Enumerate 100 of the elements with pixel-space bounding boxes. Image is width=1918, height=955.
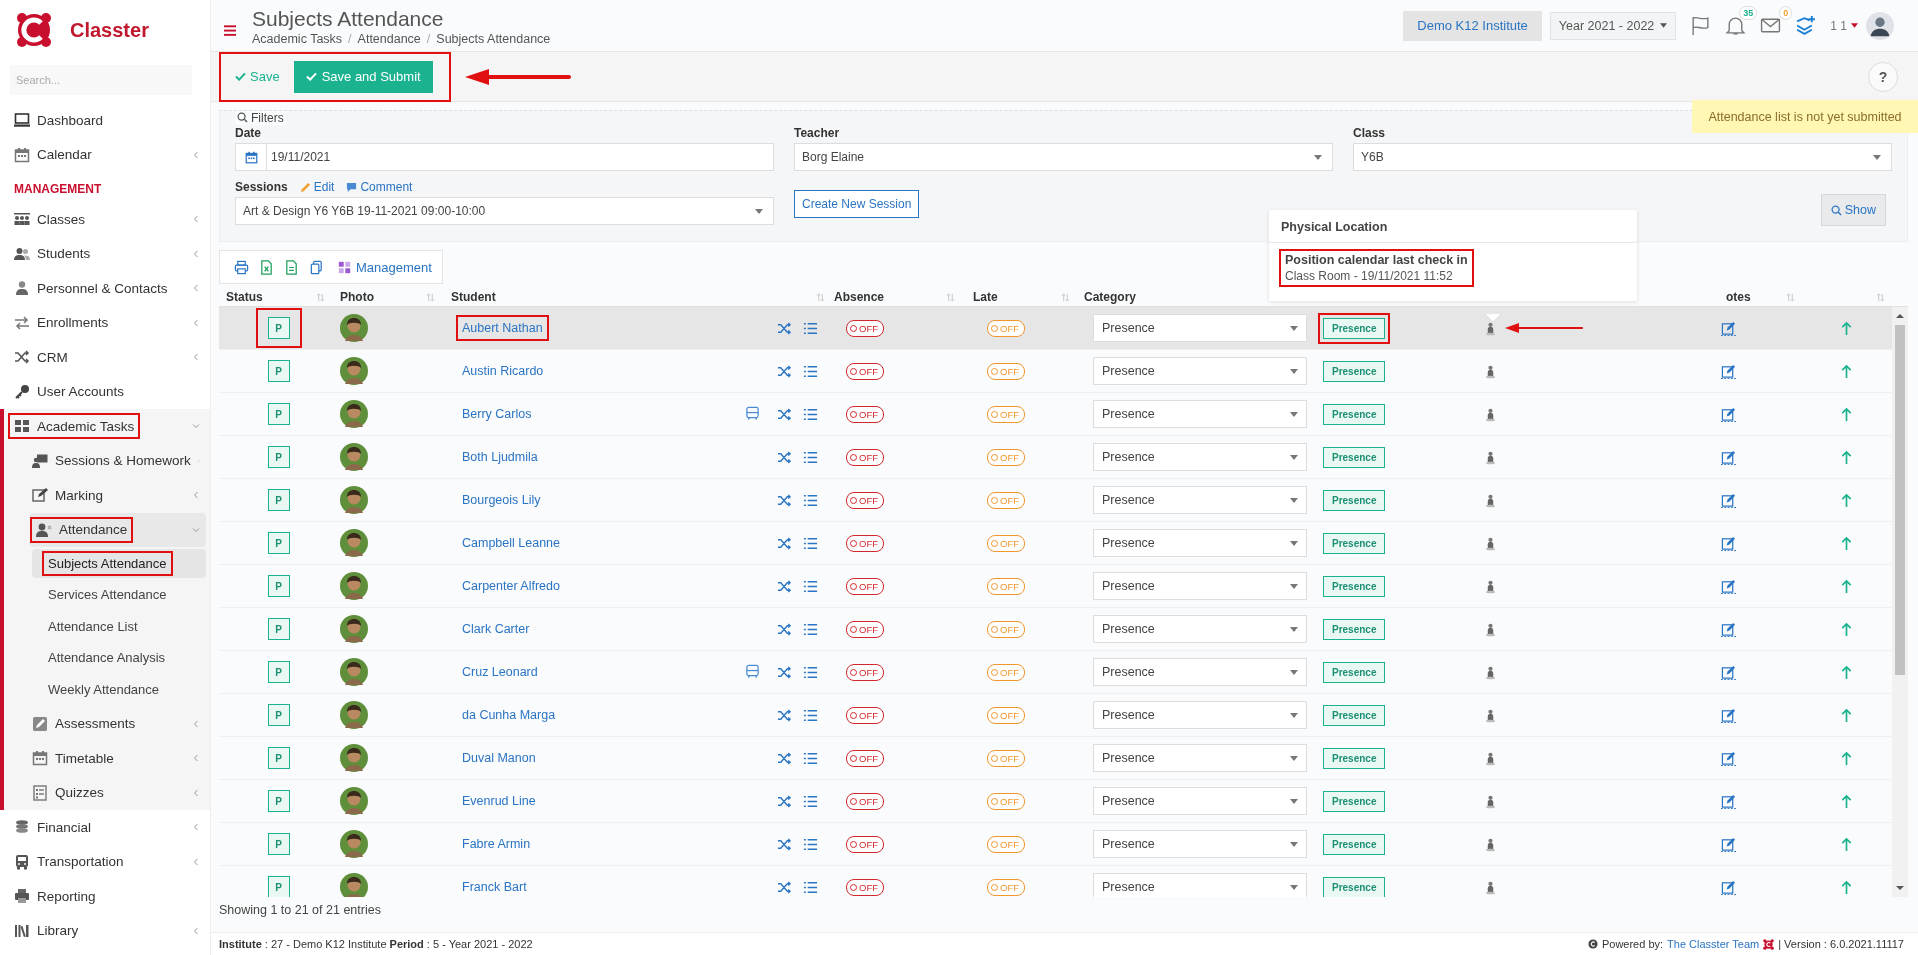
category-select[interactable]: Presence: [1093, 400, 1307, 428]
nav-item[interactable]: Sessions & Homework: [4, 443, 210, 478]
student-name-link[interactable]: Austin Ricardo: [462, 364, 544, 378]
nav-item[interactable]: Students: [0, 236, 210, 271]
absence-toggle[interactable]: OFF: [846, 405, 884, 423]
edit-icon[interactable]: [1721, 492, 1736, 508]
student-name-link[interactable]: Duval Manon: [462, 751, 536, 765]
shuffle-icon[interactable]: [777, 363, 792, 379]
absence-toggle[interactable]: OFF: [846, 491, 884, 509]
comment-link[interactable]: Comment: [346, 180, 413, 194]
student-name-link[interactable]: Evenrud Line: [462, 794, 536, 808]
category-select[interactable]: Presence: [1093, 572, 1307, 600]
nav-item[interactable]: Attendance List: [32, 612, 206, 641]
status-badge[interactable]: P: [267, 618, 290, 640]
list-icon[interactable]: [803, 664, 818, 680]
shuffle-icon[interactable]: [777, 793, 792, 809]
absence-toggle[interactable]: OFF: [846, 620, 884, 638]
student-name-link[interactable]: Carpenter Alfredo: [462, 579, 560, 593]
list-icon[interactable]: [803, 621, 818, 637]
caret-icon[interactable]: [1660, 23, 1668, 28]
status-badge[interactable]: P: [267, 403, 290, 425]
column-header[interactable]: Late: [973, 290, 998, 304]
calendar-icon[interactable]: [244, 150, 258, 164]
list-icon[interactable]: [803, 320, 818, 336]
caret-icon[interactable]: [1851, 23, 1858, 28]
edit-icon[interactable]: [1721, 836, 1736, 852]
nav-item[interactable]: Personnel & Contacts: [0, 271, 210, 306]
category-select[interactable]: Presence: [1093, 529, 1307, 557]
student-name-link[interactable]: Franck Bart: [462, 880, 527, 894]
list-icon[interactable]: [803, 363, 818, 379]
nav-item[interactable]: Attendance Analysis: [32, 643, 206, 672]
caret-icon[interactable]: [1290, 325, 1298, 331]
caret-icon[interactable]: [1873, 154, 1881, 160]
location-person-icon[interactable]: [1485, 363, 1496, 379]
absence-toggle[interactable]: OFF: [846, 319, 884, 337]
student-name-link[interactable]: Berry Carlos: [462, 407, 532, 421]
breadcrumb[interactable]: Attendance: [357, 31, 421, 46]
check-icon[interactable]: [235, 72, 246, 81]
nav-item[interactable]: CRM: [0, 340, 210, 375]
show-button[interactable]: Show: [1820, 194, 1886, 226]
document-icon[interactable]: [284, 259, 299, 275]
date-field[interactable]: 19/11/2021: [235, 143, 774, 171]
location-person-icon[interactable]: [1485, 578, 1496, 594]
help-button[interactable]: ?: [1868, 61, 1898, 92]
shuffle-icon[interactable]: [777, 578, 792, 594]
caret-icon[interactable]: [1290, 411, 1298, 417]
category-select[interactable]: Presence: [1093, 873, 1307, 897]
edit-icon[interactable]: [1721, 750, 1736, 766]
bell-icon[interactable]: [1725, 15, 1747, 36]
layers-add-icon[interactable]: [1795, 15, 1817, 36]
filters-toggle[interactable]: Filters: [235, 110, 286, 125]
category-select[interactable]: Presence: [1093, 830, 1307, 858]
shuffle-icon[interactable]: [777, 406, 792, 422]
edit-icon[interactable]: [1721, 535, 1736, 551]
nav-item[interactable]: Weekly Attendance: [32, 675, 206, 704]
caret-icon[interactable]: [1314, 154, 1322, 160]
student-name-link[interactable]: Both Ljudmila: [462, 450, 538, 464]
column-header[interactable]: Absence: [834, 290, 885, 304]
location-person-icon[interactable]: [1485, 793, 1496, 809]
status-badge[interactable]: P: [267, 532, 290, 554]
printer-icon[interactable]: [234, 259, 249, 275]
search-icon[interactable]: [1830, 204, 1842, 216]
caret-icon[interactable]: [755, 208, 763, 214]
absence-toggle[interactable]: OFF: [846, 448, 884, 466]
status-badge[interactable]: P: [267, 661, 290, 683]
scrollbar[interactable]: [1892, 307, 1908, 897]
nav-item[interactable]: Financial: [0, 810, 210, 845]
category-select[interactable]: Presence: [1093, 443, 1307, 471]
list-icon[interactable]: [803, 793, 818, 809]
class-select[interactable]: Y6B: [1353, 143, 1892, 171]
nav-item[interactable]: Calendar: [0, 137, 210, 172]
absence-toggle[interactable]: OFF: [846, 878, 884, 896]
bus-icon[interactable]: [745, 664, 760, 679]
teacher-select[interactable]: Borg Elaine: [794, 143, 1333, 171]
column-header[interactable]: Category: [1084, 290, 1136, 304]
absence-toggle[interactable]: OFF: [846, 749, 884, 767]
list-icon[interactable]: [803, 406, 818, 422]
scroll-up-icon[interactable]: [1896, 313, 1904, 319]
category-select[interactable]: Presence: [1093, 701, 1307, 729]
edit-icon[interactable]: [1721, 879, 1736, 895]
search-field[interactable]: Search...: [10, 65, 192, 95]
column-header[interactable]: Student: [451, 290, 496, 304]
caret-icon[interactable]: [1290, 583, 1298, 589]
location-person-icon[interactable]: [1485, 492, 1496, 508]
caret-icon[interactable]: [1290, 497, 1298, 503]
spreadsheet-icon[interactable]: [259, 259, 274, 275]
edit-icon[interactable]: [1721, 578, 1736, 594]
comment-icon[interactable]: [346, 181, 358, 193]
nav-item[interactable]: Classes: [0, 202, 210, 237]
absence-toggle[interactable]: OFF: [846, 663, 884, 681]
shuffle-icon[interactable]: [777, 664, 792, 680]
location-person-icon[interactable]: [1485, 836, 1496, 852]
nav-item[interactable]: Assessments: [4, 706, 210, 741]
column-header[interactable]: otes: [1726, 290, 1751, 304]
list-icon[interactable]: [803, 836, 818, 852]
edit-icon[interactable]: [1721, 363, 1736, 379]
list-icon[interactable]: [803, 449, 818, 465]
shuffle-icon[interactable]: [777, 320, 792, 336]
student-name-link[interactable]: Bourgeois Lily: [462, 493, 541, 507]
shuffle-icon[interactable]: [777, 449, 792, 465]
